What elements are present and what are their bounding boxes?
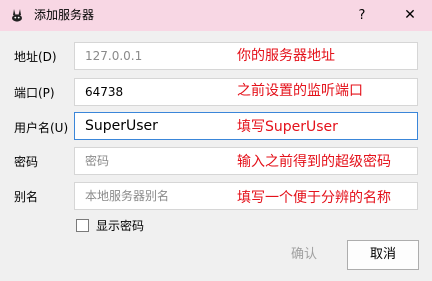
add-server-dialog: 添加服务器 ? ✕ 地址(D) 127.0.0.1 你的服务器地址 端口(P) … bbox=[0, 0, 432, 281]
alias-label: 别名 bbox=[14, 190, 39, 204]
rabbit-app-icon bbox=[12, 9, 22, 22]
username-input[interactable]: SuperUser bbox=[74, 112, 418, 140]
password-input[interactable]: 密码 bbox=[74, 147, 418, 175]
username-label: 用户名(U) bbox=[14, 121, 69, 135]
alias-placeholder: 本地服务器别名 bbox=[85, 189, 170, 203]
password-label: 密码 bbox=[14, 155, 39, 169]
username-value: SuperUser bbox=[85, 118, 158, 134]
title-bar: 添加服务器 ? ✕ bbox=[0, 0, 432, 31]
address-input[interactable]: 127.0.0.1 bbox=[74, 42, 418, 70]
help-button[interactable]: ? bbox=[347, 0, 377, 31]
alias-input[interactable]: 本地服务器别名 bbox=[74, 182, 418, 210]
show-password-checkbox[interactable] bbox=[76, 219, 89, 232]
password-placeholder: 密码 bbox=[85, 154, 110, 168]
show-password-label[interactable]: 显示密码 bbox=[96, 218, 144, 234]
close-button[interactable]: ✕ bbox=[395, 0, 425, 31]
window-title: 添加服务器 bbox=[34, 8, 95, 22]
port-value: 64738 bbox=[85, 85, 124, 99]
address-label: 地址(D) bbox=[14, 50, 57, 64]
cancel-button[interactable]: 取消 bbox=[347, 240, 419, 270]
port-input[interactable]: 64738 bbox=[74, 78, 418, 106]
port-label: 端口(P) bbox=[14, 86, 55, 100]
address-value: 127.0.0.1 bbox=[85, 49, 143, 63]
confirm-button[interactable]: 确认 bbox=[272, 240, 336, 270]
